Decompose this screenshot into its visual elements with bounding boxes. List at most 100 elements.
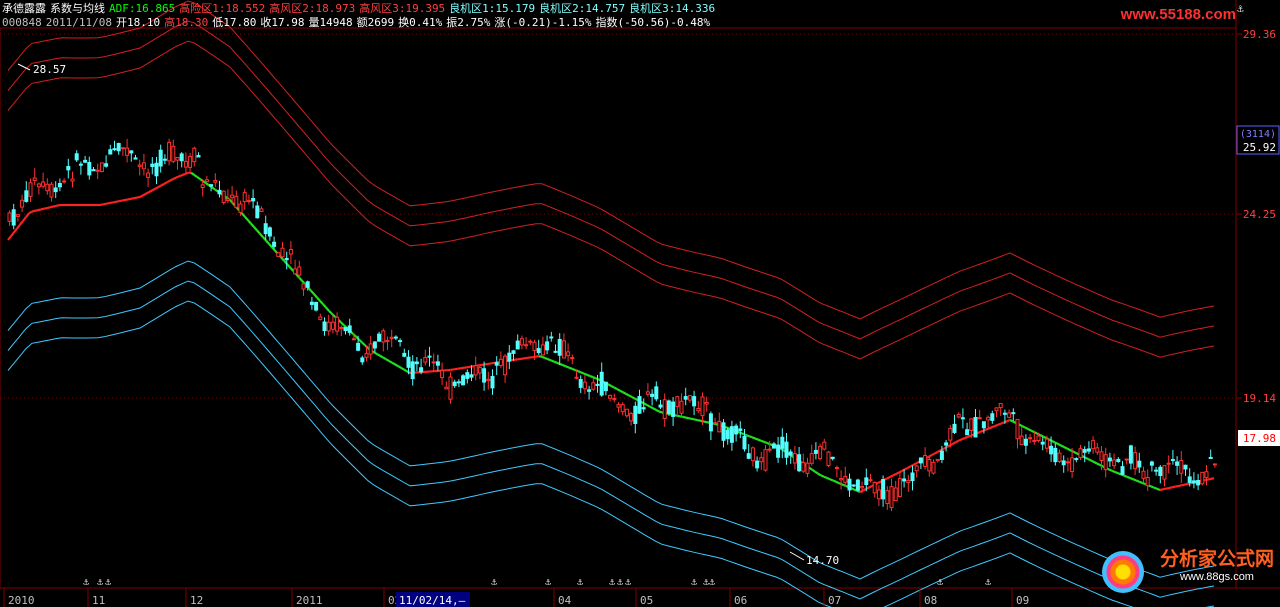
- moving-average-segment: [907, 465, 912, 469]
- candle-body: [402, 352, 407, 357]
- candle-body: [1145, 476, 1150, 487]
- moving-average-segment: [1108, 468, 1113, 472]
- candle-body: [956, 413, 961, 418]
- quote-value-7: 额2699: [356, 16, 395, 29]
- candle-body: [998, 402, 1003, 409]
- moving-average-segment: [205, 182, 210, 187]
- moving-average-segment: [1162, 487, 1167, 491]
- moving-average-segment: [316, 296, 321, 302]
- moving-average-segment: [1006, 418, 1011, 423]
- moving-average-segment: [1177, 484, 1182, 488]
- moving-average-segment: [22, 216, 27, 222]
- candle-body: [477, 366, 482, 374]
- candle-body: [885, 490, 890, 504]
- moving-average-segment: [169, 178, 174, 182]
- quote-value-0: 000848: [2, 16, 42, 29]
- moving-average-segment: [889, 474, 894, 478]
- candle-body: [650, 393, 655, 397]
- candle-body: [935, 458, 940, 462]
- moving-average-segment: [247, 219, 252, 225]
- candle-body: [645, 391, 650, 395]
- moving-average-segment: [751, 436, 756, 440]
- moving-average-segment: [193, 173, 198, 178]
- site-logo[interactable]: www.55188.com: [1121, 6, 1236, 23]
- candle-body: [368, 343, 373, 355]
- candle-body: [162, 158, 167, 161]
- high-price-label: 28.57: [33, 63, 66, 76]
- candle-body: [553, 350, 558, 353]
- candle-body: [221, 190, 226, 203]
- candle-body: [1107, 457, 1112, 462]
- candle-body: [708, 413, 713, 432]
- moving-average-segment: [382, 356, 387, 361]
- moving-average-segment: [394, 363, 399, 368]
- moving-average-segment: [154, 186, 159, 190]
- moving-average-segment: [811, 468, 816, 473]
- candle-body: [595, 383, 600, 386]
- candle-body: [1065, 461, 1070, 464]
- date-label: 06: [734, 594, 747, 607]
- kline-chart[interactable]: 29.36 24.25 19.14 (3114)25.92 17.98 28.57 14.7…: [0, 0, 1280, 607]
- candle-body: [1200, 471, 1205, 485]
- candle-body: [788, 451, 793, 456]
- moving-average-segment: [1168, 486, 1173, 490]
- candle-body: [129, 150, 134, 154]
- candle-body: [167, 141, 172, 162]
- candle-body: [238, 203, 243, 213]
- candle-body: [750, 447, 755, 462]
- candle-body: [809, 453, 814, 464]
- candle-body: [948, 427, 953, 441]
- candle-body: [549, 336, 554, 339]
- moving-average-segment: [109, 201, 114, 205]
- moving-average-segment: [175, 175, 180, 179]
- candle-body: [536, 348, 541, 354]
- moving-average-segment: [832, 479, 837, 483]
- candle-body: [11, 209, 16, 226]
- event-marker-icon: ⚓: [491, 577, 497, 588]
- candle-body: [784, 441, 789, 458]
- candle-body: [503, 355, 508, 376]
- moving-average-segment: [1138, 480, 1143, 484]
- candle-body: [99, 162, 104, 173]
- candle-body: [532, 341, 537, 351]
- high-risk-band-2: [7, 20, 1215, 340]
- candle-body: [755, 460, 760, 469]
- candle-body: [53, 187, 58, 193]
- moving-average-segment: [55, 204, 60, 208]
- candle-body: [1166, 462, 1171, 465]
- moving-average-segment: [43, 206, 48, 210]
- candle-body: [137, 164, 142, 167]
- candle-body: [864, 477, 869, 485]
- moving-average-segment: [652, 407, 657, 411]
- moving-average-segment: [1129, 476, 1134, 481]
- candle-body: [200, 184, 205, 189]
- moving-average-segment: [376, 353, 381, 357]
- candle-body: [473, 365, 478, 376]
- candle-body: [1120, 466, 1125, 475]
- candle-body: [70, 178, 75, 182]
- moving-average-segment: [607, 383, 612, 387]
- moving-average-segment: [1096, 462, 1101, 466]
- candle-body: [74, 153, 79, 161]
- candle-body: [923, 455, 928, 467]
- candle-body: [381, 330, 386, 343]
- candle-body: [242, 192, 247, 203]
- candle-body: [839, 478, 844, 481]
- candle-body: [364, 353, 369, 358]
- moving-average-segment: [1072, 450, 1077, 454]
- candle-body: [578, 379, 583, 388]
- candle-body: [671, 401, 676, 417]
- moving-average-segment: [952, 441, 957, 445]
- candle-body: [889, 486, 894, 509]
- price-tick-label: 24.25: [1243, 208, 1276, 221]
- candle-body: [851, 484, 856, 487]
- candle-body: [1074, 458, 1079, 461]
- candle-body: [158, 149, 163, 167]
- candle-body: [792, 453, 797, 464]
- moving-average-segment: [1093, 461, 1098, 465]
- moving-average-segment: [904, 466, 909, 471]
- candle-body: [524, 344, 529, 347]
- candle-body: [902, 478, 907, 482]
- candle-body: [662, 399, 667, 420]
- moving-average-segment: [748, 435, 753, 439]
